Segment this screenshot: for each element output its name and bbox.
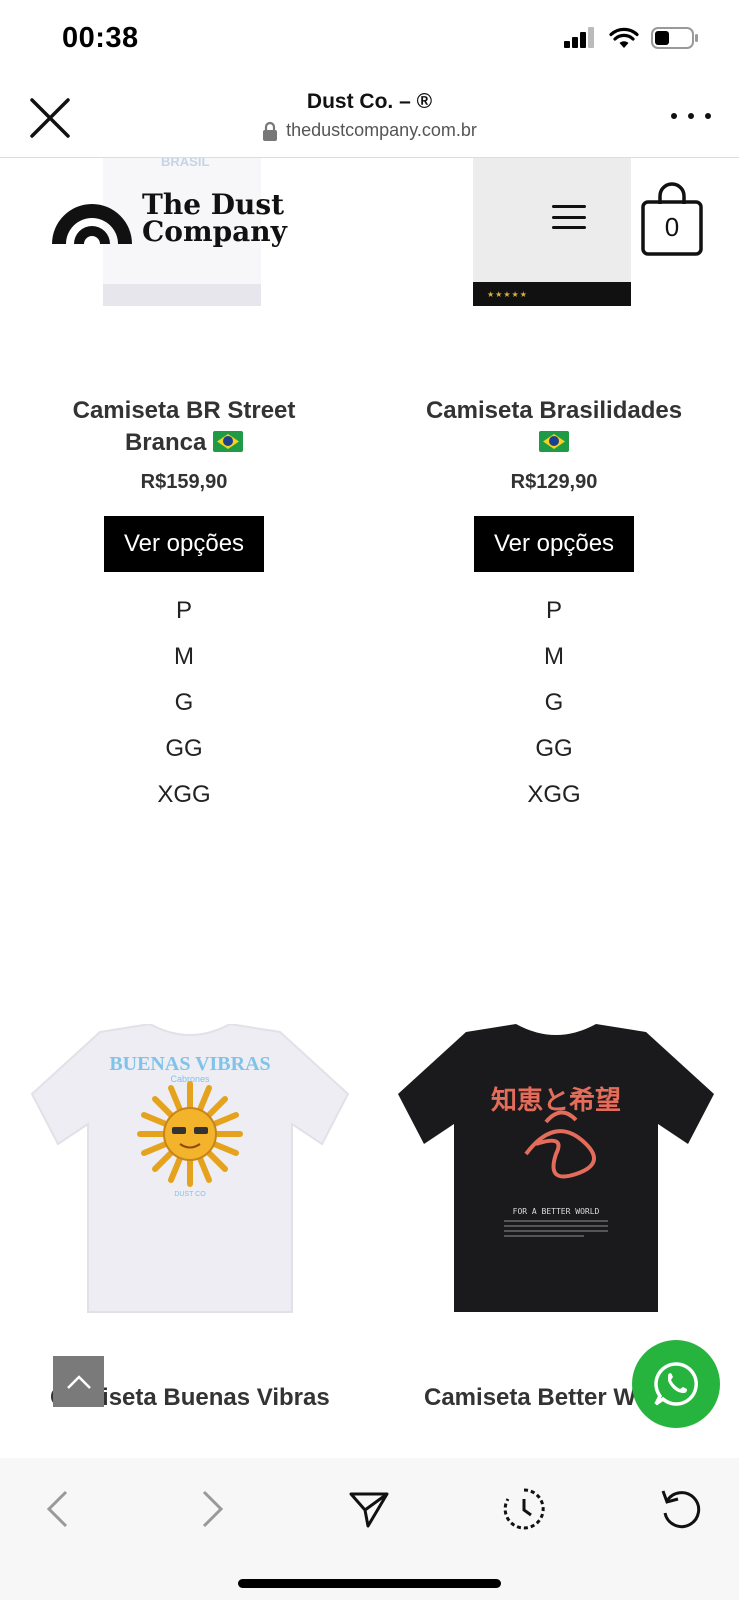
hamburger-menu-icon[interactable]: [552, 205, 586, 229]
product-price: R$129,90: [510, 471, 598, 493]
more-dot: [671, 113, 677, 119]
brand-line-1: The Dust: [142, 188, 285, 221]
status-bar: 00:38: [0, 0, 739, 78]
size-option[interactable]: M: [34, 634, 334, 680]
size-option[interactable]: GG: [34, 726, 334, 772]
product-name[interactable]: Camiseta BR Street Branca: [34, 395, 334, 459]
share-button[interactable]: [344, 1484, 394, 1534]
brand-logo[interactable]: The Dust Company: [52, 188, 287, 248]
sun-graphic: [137, 1081, 243, 1187]
brand-name: The Dust Company: [142, 188, 287, 248]
brazil-flag-icon: [213, 431, 244, 452]
share-icon: [349, 1492, 389, 1528]
print-subtitle: Cabrones: [170, 1074, 210, 1084]
brazil-flag-icon: [539, 431, 569, 452]
more-dot: [688, 113, 694, 119]
cart-button[interactable]: 0: [640, 180, 704, 258]
size-option[interactable]: XGG: [404, 772, 704, 818]
wifi-icon: [609, 27, 639, 48]
product-image-better-world[interactable]: 知恵と希望 FOR A BETTER WORLD: [396, 1024, 716, 1314]
browser-header: Dust Co. – ® thedustcompany.com.br: [0, 78, 739, 158]
forward-arrow-icon: [202, 1490, 224, 1528]
reload-button[interactable]: [656, 1484, 706, 1534]
cart-count: 0: [664, 212, 680, 242]
size-option[interactable]: G: [34, 680, 334, 726]
size-option[interactable]: G: [404, 680, 704, 726]
back-button[interactable]: [32, 1484, 82, 1534]
reload-icon: [661, 1490, 701, 1529]
size-option[interactable]: P: [404, 588, 704, 634]
cellular-signal-icon: [564, 27, 594, 48]
home-indicator[interactable]: [238, 1579, 501, 1588]
thumb-print-text: BRASIL: [161, 158, 210, 169]
print-title: 知恵と希望: [491, 1085, 621, 1116]
thumb-dots: ★★★★★: [487, 290, 528, 299]
size-option[interactable]: P: [34, 588, 334, 634]
chevron-up-icon: [66, 1374, 91, 1389]
size-option[interactable]: XGG: [34, 772, 334, 818]
url-row[interactable]: thedustcompany.com.br: [0, 120, 739, 141]
status-icons: [563, 26, 699, 50]
product-card-br-street: Camiseta BR Street Branca R$159,90 Ver o…: [34, 395, 334, 818]
product-name[interactable]: Camiseta Brasilidades: [404, 395, 704, 459]
whatsapp-icon: [654, 1362, 698, 1406]
page-url: thedustcompany.com.br: [286, 120, 477, 140]
menu-line: [552, 215, 586, 219]
battery-icon: [651, 27, 698, 49]
product-image-buenas-vibras[interactable]: BUENAS VIBRAS Cabrones DUST CO: [30, 1024, 350, 1314]
product-name-text: Camiseta BR Street Branca: [72, 397, 296, 456]
print-small: DUST CO: [174, 1191, 206, 1198]
logo-arch-icon: [52, 204, 132, 244]
brand-line-2: Company: [142, 215, 287, 248]
back-arrow-icon: [46, 1490, 68, 1528]
print-title: BUENAS VIBRAS: [109, 1053, 270, 1075]
size-option[interactable]: M: [404, 634, 704, 680]
status-time: 00:38: [62, 22, 139, 54]
browser-bottom-bar: [0, 1458, 739, 1600]
more-icon[interactable]: [671, 106, 711, 126]
print-subtitle: FOR A BETTER WORLD: [513, 1207, 600, 1216]
lock-icon: [263, 121, 278, 141]
whatsapp-button[interactable]: [632, 1340, 720, 1428]
size-option[interactable]: GG: [404, 726, 704, 772]
menu-line: [552, 226, 586, 229]
history-icon: [503, 1488, 545, 1530]
forward-button[interactable]: [188, 1484, 238, 1534]
product-image-brasilidades[interactable]: ★★★★★: [473, 158, 631, 306]
more-dot: [705, 113, 711, 119]
history-button[interactable]: [499, 1484, 549, 1534]
back-to-top-button[interactable]: [53, 1356, 104, 1407]
size-list: P M G GG XGG: [34, 588, 334, 818]
size-list: P M G GG XGG: [404, 588, 704, 818]
product-card-brasilidades: Camiseta Brasilidades R$129,90 Ver opçõe…: [404, 395, 704, 818]
product-name-text: Camiseta Brasilidades: [425, 397, 683, 424]
menu-line: [552, 205, 586, 208]
product-price: R$159,90: [140, 471, 228, 493]
page-title: Dust Co. – ®: [306, 90, 433, 113]
page-content: BRASIL ★★★★★ The Dust Company 0 Camiseta…: [0, 158, 739, 1458]
ver-opcoes-button[interactable]: Ver opções: [474, 516, 634, 572]
ver-opcoes-button[interactable]: Ver opções: [104, 516, 264, 572]
